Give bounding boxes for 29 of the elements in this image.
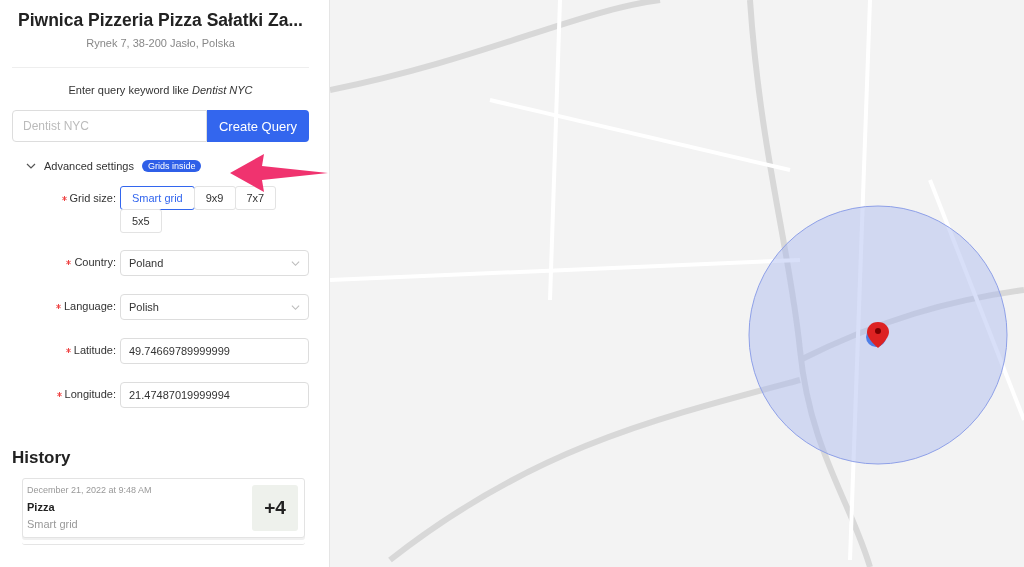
grid-size-option[interactable]: 5x5: [120, 209, 162, 233]
history-date: December 21, 2022 at 9:48 AM: [27, 485, 152, 495]
field-label: Language:: [64, 300, 116, 312]
create-query-button[interactable]: Create Query: [206, 110, 309, 142]
keyword-input-field[interactable]: Dentist NYC: [12, 110, 207, 142]
history-keyword: Pizza: [27, 501, 56, 513]
field-label: Grid size:: [69, 192, 116, 204]
field-label: Longitude:: [64, 388, 116, 400]
chevron-icon: [291, 302, 300, 312]
grid-size-option[interactable]: 7x7: [234, 186, 277, 210]
grid-size-option[interactable]: Smart grid: [120, 186, 195, 210]
select-field[interactable]: Polish: [120, 294, 309, 320]
field-label: Country:: [74, 256, 116, 268]
history-card[interactable]: December 21, 2022 at 9:48 AM Pizza Smart grid +4: [22, 478, 305, 538]
chevron-icon[interactable]: [26, 161, 36, 171]
chevron-icon: [291, 258, 300, 268]
input-field[interactable]: 21.47487019999994: [120, 382, 309, 408]
select-field[interactable]: Poland: [120, 250, 309, 276]
query-hint: Enter query keyword like Dentist NYC: [67, 84, 254, 96]
place-title: Piwnica Pizzeria Pizza Sałatki Za...: [17, 9, 304, 32]
map-thumbnail: +4: [252, 485, 298, 531]
grid-size-option[interactable]: 9x9: [193, 186, 236, 210]
history-grid: Smart grid: [27, 518, 79, 530]
advanced-settings-toggle[interactable]: Advanced settings: [44, 160, 134, 172]
input-field[interactable]: 49.74669789999999: [120, 338, 309, 364]
grids-badge: Grids inside: [141, 160, 202, 172]
place-address: Rynek 7, 38-200 Jasło, Polska: [85, 37, 236, 49]
history-title: History: [12, 448, 72, 468]
field-label: Latitude:: [73, 344, 116, 356]
